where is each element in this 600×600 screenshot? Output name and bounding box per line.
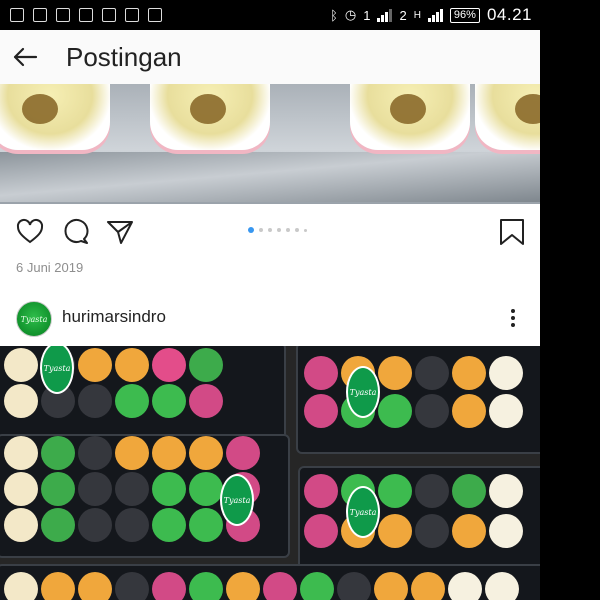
kue-row bbox=[4, 436, 260, 470]
arrow-back-icon[interactable] bbox=[12, 44, 38, 70]
signal-icon bbox=[377, 8, 393, 22]
notification-icon bbox=[125, 8, 139, 22]
kue-row bbox=[304, 474, 523, 508]
notification-icon bbox=[148, 8, 162, 22]
post-date: 6 Juni 2019 bbox=[16, 260, 84, 275]
kue-row bbox=[304, 356, 523, 390]
brand-label: Tyasta bbox=[346, 366, 380, 418]
bookmark-icon[interactable] bbox=[498, 218, 526, 246]
sim2-label: 2 bbox=[399, 7, 407, 23]
kue-row bbox=[4, 572, 519, 600]
sim1-label: 1 bbox=[363, 7, 371, 23]
kue-row bbox=[304, 394, 523, 428]
cake-cup bbox=[150, 84, 270, 150]
alarm-icon: ◷ bbox=[344, 7, 357, 22]
carousel-dot bbox=[277, 228, 281, 232]
cake-cup bbox=[0, 84, 110, 150]
battery-indicator: 96% bbox=[449, 7, 480, 23]
facebook-icon bbox=[79, 8, 93, 22]
post-username[interactable]: hurimarsindro bbox=[62, 307, 166, 327]
carousel-dot bbox=[259, 228, 263, 232]
post-image[interactable] bbox=[0, 84, 540, 204]
carousel-indicator bbox=[248, 227, 307, 233]
status-bar: ᛒ ◷ 1 2 H 96% 04.21 bbox=[0, 0, 540, 30]
signal-icon bbox=[427, 8, 443, 22]
image-icon bbox=[56, 8, 70, 22]
network-type: H bbox=[413, 9, 421, 21]
kue-row bbox=[304, 514, 523, 548]
chat-icon bbox=[102, 8, 116, 22]
carousel-dot bbox=[268, 228, 272, 232]
brand-label: Tyasta bbox=[220, 474, 254, 526]
brand-label: Tyasta bbox=[346, 486, 380, 538]
comment-icon[interactable] bbox=[61, 218, 89, 246]
post-image[interactable]: Tyasta Tyasta Tyasta Tyasta bbox=[0, 346, 540, 600]
app-bar: Postingan bbox=[0, 30, 540, 85]
kue-row bbox=[4, 348, 223, 382]
avatar[interactable]: Tyasta bbox=[16, 301, 52, 337]
carousel-dot bbox=[304, 229, 307, 232]
page-title: Postingan bbox=[66, 41, 182, 72]
bluetooth-icon: ᛒ bbox=[330, 7, 338, 23]
kue-row bbox=[4, 384, 223, 418]
post-actions: 6 Juni 2019 Tyasta hurimarsindro bbox=[0, 204, 540, 346]
carousel-dot bbox=[248, 227, 254, 233]
more-vertical-icon[interactable] bbox=[508, 307, 518, 329]
share-icon[interactable] bbox=[106, 218, 134, 246]
notification-icon bbox=[10, 8, 24, 22]
carousel-dot bbox=[295, 228, 299, 232]
screen-edge bbox=[540, 0, 600, 600]
heart-icon[interactable] bbox=[16, 218, 44, 246]
notification-icon bbox=[33, 8, 47, 22]
tray bbox=[0, 152, 540, 202]
cake-cup bbox=[350, 84, 470, 150]
clock: 04.21 bbox=[486, 5, 532, 24]
carousel-dot bbox=[286, 228, 290, 232]
notification-icons bbox=[0, 8, 162, 22]
cake-cup bbox=[475, 84, 540, 150]
